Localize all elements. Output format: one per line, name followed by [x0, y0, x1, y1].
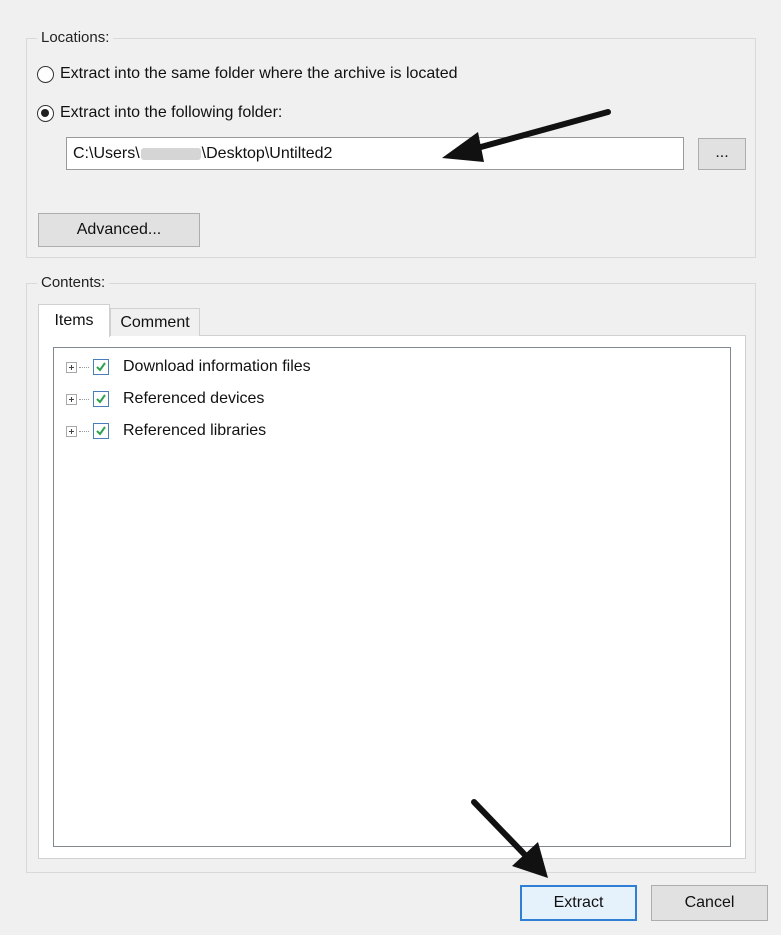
cancel-button[interactable]: Cancel [651, 885, 768, 921]
redacted-username [140, 147, 201, 160]
checkmark-icon [96, 362, 106, 372]
tree-connector [79, 398, 89, 400]
tree-item[interactable]: Referenced libraries [66, 422, 266, 440]
tree-item-label: Referenced libraries [123, 422, 267, 439]
radio-same-folder[interactable]: Extract into the same folder where the a… [37, 65, 458, 83]
path-suffix: \Desktop\Untilted2 [201, 145, 333, 162]
arrow-to-extract-icon [471, 799, 548, 878]
path-prefix: C:\Users\ [73, 145, 140, 162]
tree-item-label: Download information files [123, 358, 311, 375]
tree-item[interactable]: Download information files [66, 358, 311, 376]
radio-following-folder-circle[interactable] [37, 104, 54, 122]
extract-button-label: Extract [553, 894, 604, 911]
checkbox-referenced-devices[interactable] [93, 391, 109, 407]
items-tree[interactable]: Download information files Referenced de… [53, 347, 731, 847]
tab-items[interactable]: Items [38, 304, 110, 337]
browse-button[interactable]: ... [698, 138, 746, 170]
tree-item-label: Referenced devices [123, 390, 265, 407]
radio-same-folder-label: Extract into the same folder where the a… [60, 65, 458, 82]
extract-dialog: Locations: Extract into the same folder … [0, 0, 781, 935]
radio-same-folder-circle[interactable] [37, 65, 54, 83]
checkbox-referenced-libraries[interactable] [93, 423, 109, 439]
tab-comment[interactable]: Comment [110, 308, 200, 336]
checkmark-icon [96, 394, 106, 404]
checkbox-download-info[interactable] [93, 359, 109, 375]
expand-plus-icon[interactable] [66, 425, 77, 437]
checkmark-icon [96, 426, 106, 436]
radio-following-folder-label: Extract into the following folder: [60, 104, 283, 121]
arrow-to-path-icon [442, 109, 611, 162]
advanced-button-label: Advanced... [76, 221, 162, 238]
expand-plus-icon[interactable] [66, 361, 77, 373]
radio-following-folder[interactable]: Extract into the following folder: [37, 104, 282, 122]
cancel-button-label: Cancel [684, 894, 735, 911]
tree-connector [79, 430, 89, 432]
advanced-button[interactable]: Advanced... [38, 213, 200, 247]
tree-item[interactable]: Referenced devices [66, 390, 264, 408]
locations-legend: Locations: [37, 29, 114, 47]
contents-legend: Contents: [37, 274, 110, 292]
expand-plus-icon[interactable] [66, 393, 77, 405]
browse-button-label: ... [715, 144, 729, 161]
extract-button[interactable]: Extract [520, 885, 637, 921]
tab-comment-label: Comment [120, 314, 190, 331]
tree-connector [79, 366, 89, 368]
tab-items-label: Items [54, 312, 94, 329]
